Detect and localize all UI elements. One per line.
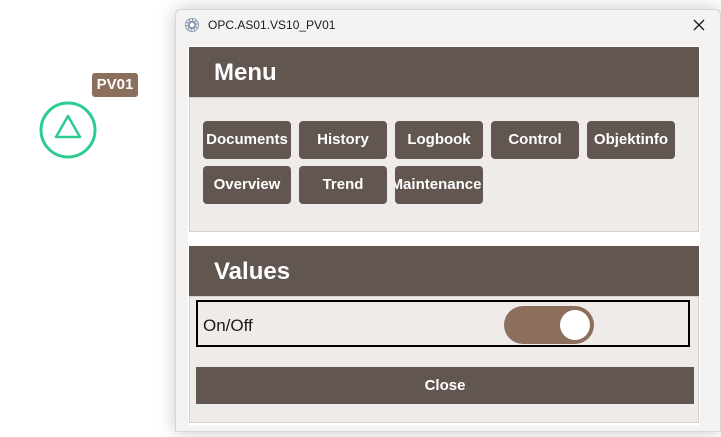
on-off-row: On/Off [196,300,690,347]
menu-title: Menu [214,59,277,86]
menu-panel: Documents History Logbook Control Objekt… [189,97,699,232]
history-button[interactable]: History [299,121,387,159]
faceplate-content: Menu Documents History Logbook Control O… [188,46,700,426]
menu-section-header: Menu [189,47,699,97]
faceplate-window: OPC.AS01.VS10_PV01 Menu Documents Histor… [175,9,721,432]
trend-button[interactable]: Trend [299,166,387,204]
objektinfo-button[interactable]: Objektinfo [587,121,675,159]
on-off-label: On/Off [203,316,253,335]
gear-icon [184,17,200,33]
values-section-header: Values [189,246,699,296]
values-panel: On/Off Close [189,296,699,423]
toggle-knob [560,310,590,340]
close-button[interactable]: Close [196,367,694,404]
control-button[interactable]: Control [491,121,579,159]
title-bar[interactable]: OPC.AS01.VS10_PV01 [176,10,720,40]
pv-symbol-icon[interactable] [39,101,97,159]
logbook-button[interactable]: Logbook [395,121,483,159]
object-tag-label[interactable]: PV01 [92,73,138,97]
documents-button[interactable]: Documents [203,121,291,159]
on-off-toggle[interactable] [504,306,594,344]
window-title: OPC.AS01.VS10_PV01 [208,18,336,32]
values-title: Values [214,258,291,285]
close-icon[interactable] [691,17,707,33]
overview-button[interactable]: Overview [203,166,291,204]
maintenance-button[interactable]: Maintenance [395,166,483,204]
